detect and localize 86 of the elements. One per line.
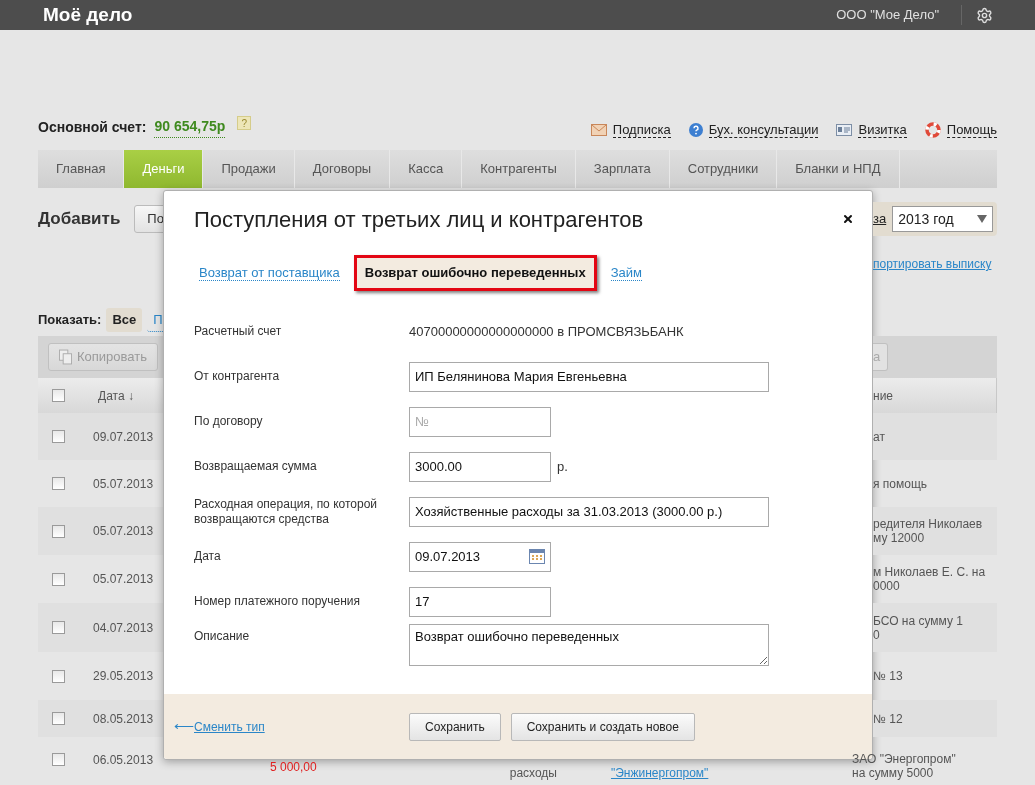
year-select[interactable]: 2013 год	[892, 206, 993, 232]
id-card-icon	[836, 124, 853, 136]
currency-label: р.	[557, 457, 568, 476]
change-type-link[interactable]: Сменить тип	[194, 717, 409, 736]
checkbox[interactable]	[52, 430, 65, 443]
description-cell-text: ЗАО "Энергопром" на сумму 5000	[852, 751, 957, 780]
date-cell-text: 05.07.2013	[93, 523, 154, 540]
checkbox[interactable]	[52, 477, 65, 490]
account-value: 40700000000000000000 в ПРОМСВЯЗЬБАНК	[409, 322, 684, 341]
nav-tab[interactable]: Продажи	[203, 150, 295, 188]
dropdown-icon	[977, 215, 987, 223]
text-field[interactable]: 17	[409, 586, 551, 617]
header-link[interactable]: Визитка	[858, 122, 907, 138]
type-tab[interactable]: Возврат от поставщика	[199, 265, 340, 281]
import-link[interactable]: портировать выписку	[873, 255, 992, 273]
description-cell-text: редителя Николаев му 12000	[873, 517, 984, 545]
calendar-icon[interactable]	[529, 549, 545, 564]
date-field[interactable]: 09.07.2013	[409, 541, 551, 572]
account-balance[interactable]: 90 654,75р	[154, 116, 226, 138]
field-label: Описание	[194, 628, 251, 644]
checkbox[interactable]	[52, 621, 65, 634]
checkbox[interactable]	[52, 524, 65, 538]
date-cell-text: 04.07.2013	[93, 619, 154, 637]
amount-cell: 5 000,00	[270, 761, 317, 773]
settings-icon[interactable]	[976, 6, 993, 24]
date-cell-text: 06.05.2013	[93, 751, 154, 769]
checkbox[interactable]	[52, 753, 65, 766]
show-label: Показать:	[38, 311, 102, 330]
checkbox[interactable]	[52, 669, 65, 683]
checkbox[interactable]	[52, 389, 65, 402]
description-field[interactable]: Возврат ошибочно переведенных	[409, 624, 769, 666]
date-cell-text: 09.07.2013	[93, 428, 154, 446]
logo[interactable]: Моё дело	[43, 0, 133, 30]
text-field[interactable]: ИП Белянинова Мария Евгеньевна	[409, 361, 769, 392]
nav-tab[interactable]: Контрагенты	[462, 150, 576, 188]
text-field[interactable]: №	[409, 406, 551, 437]
field-label: Расчетный счет	[194, 324, 283, 339]
field-label: Номер платежного поручения	[194, 594, 361, 609]
text-field[interactable]: 3000.00	[409, 451, 551, 482]
description-cell-text: БСО на сумму 1 0	[873, 613, 964, 642]
header-link[interactable]: Бух. консультации	[708, 122, 819, 138]
description-cell-text: ат	[873, 429, 886, 444]
help-icon	[688, 123, 703, 137]
type-tab[interactable]: Возврат ошибочно переведенных	[353, 255, 597, 291]
save-button[interactable]: Сохранить и создать новое	[510, 712, 695, 741]
period-link[interactable]: за	[873, 209, 887, 229]
field-label: Дата	[194, 549, 222, 564]
back-arrow: ⟵	[174, 717, 194, 736]
nav-tab[interactable]: Сотрудники	[669, 150, 778, 188]
field-label: Возвращаемая сумма	[194, 459, 318, 474]
description-cell-text: я помощь	[873, 476, 929, 491]
date-cell-text: 05.07.2013	[93, 571, 154, 588]
envelope-icon	[590, 124, 607, 136]
header-link[interactable]: Подписка	[612, 122, 671, 138]
date-cell-text: 05.07.2013	[93, 475, 154, 493]
description-cell-text: м Николаев Е. С. на 0000	[873, 565, 987, 593]
date-cell-text: 08.05.2013	[93, 710, 154, 728]
copy-icon	[59, 349, 72, 365]
company-name[interactable]: ООО "Мое Дело"	[836, 5, 962, 25]
add-label: Добавить	[38, 208, 121, 231]
column-header[interactable]: Дата ↓	[98, 386, 134, 405]
nav-tab[interactable]: Зарплата	[575, 150, 670, 188]
date-cell-text: 29.05.2013	[93, 668, 154, 685]
type-tab[interactable]: Займ	[610, 265, 642, 281]
description-cell-text: № 13	[873, 669, 904, 683]
contractor-link[interactable]: "Энжинергопром"	[610, 764, 709, 782]
checkbox[interactable]	[52, 572, 65, 586]
description-cell-text: № 12	[873, 711, 904, 726]
add-button[interactable]: По	[134, 205, 165, 233]
lifebuoy-icon	[924, 122, 941, 138]
field-label: От контрагента	[194, 369, 281, 384]
account-label: Основной счет:	[38, 117, 147, 137]
header-link[interactable]: Помощь	[946, 122, 997, 138]
checkbox[interactable]	[52, 712, 65, 725]
field-label: Расходная операция, по которой возвращаются средства	[194, 496, 378, 527]
type-cell-text: расходы	[509, 765, 557, 782]
field-label: По договору	[194, 414, 264, 429]
nav-tab[interactable]: Касса	[390, 150, 463, 188]
text-field[interactable]: Хозяйственные расходы за 31.03.2013 (3000.00 р.)	[409, 496, 769, 527]
column-header[interactable]: ние	[873, 386, 893, 405]
nav-tab[interactable]: Договоры	[294, 150, 391, 188]
dialog-title: Поступления от третьих лиц и контрагентов	[194, 205, 644, 234]
close-icon[interactable]	[842, 213, 854, 225]
nav-tab[interactable]: Бланки и НПД	[777, 150, 900, 188]
save-button[interactable]: Сохранить	[409, 712, 501, 741]
filter-tab[interactable]: Все	[106, 308, 143, 332]
